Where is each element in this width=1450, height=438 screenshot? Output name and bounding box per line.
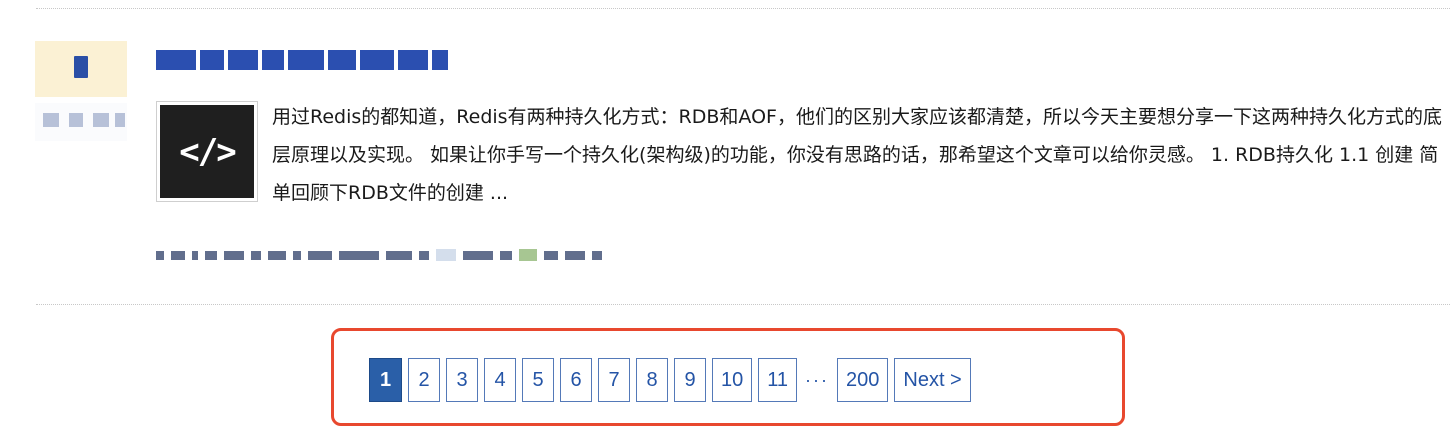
next-page-button[interactable]: Next > bbox=[894, 358, 971, 402]
post-meta-blurred bbox=[156, 247, 602, 263]
post-thumbnail[interactable]: </> bbox=[156, 101, 258, 202]
section-divider bbox=[36, 304, 1450, 305]
page-2-link[interactable]: 2 bbox=[408, 358, 440, 402]
page-5-link[interactable]: 5 bbox=[522, 358, 554, 402]
page-11-link[interactable]: 11 bbox=[758, 358, 798, 402]
page-3-link[interactable]: 3 bbox=[446, 358, 478, 402]
pagination: 1 2 3 4 5 6 7 8 9 10 11 ··· 200 Next > bbox=[369, 358, 971, 402]
author-stats-blurred bbox=[35, 103, 127, 141]
post-title-blurred[interactable] bbox=[156, 44, 448, 70]
page-9-link[interactable]: 9 bbox=[674, 358, 706, 402]
page-6-link[interactable]: 6 bbox=[560, 358, 592, 402]
code-icon: </> bbox=[160, 105, 254, 198]
page-4-link[interactable]: 4 bbox=[484, 358, 516, 402]
page-7-link[interactable]: 7 bbox=[598, 358, 630, 402]
top-divider bbox=[36, 8, 1450, 9]
pagination-ellipsis: ··· bbox=[805, 369, 829, 390]
page-1-current: 1 bbox=[369, 358, 402, 402]
page-last-link[interactable]: 200 bbox=[837, 358, 889, 402]
page-10-link[interactable]: 10 bbox=[712, 358, 753, 402]
post-summary: 用过Redis的都知道，Redis有两种持久化方式：RDB和AOF，他们的区别大… bbox=[272, 106, 1442, 204]
vote-count-blurred bbox=[74, 56, 88, 78]
page-8-link[interactable]: 8 bbox=[636, 358, 668, 402]
